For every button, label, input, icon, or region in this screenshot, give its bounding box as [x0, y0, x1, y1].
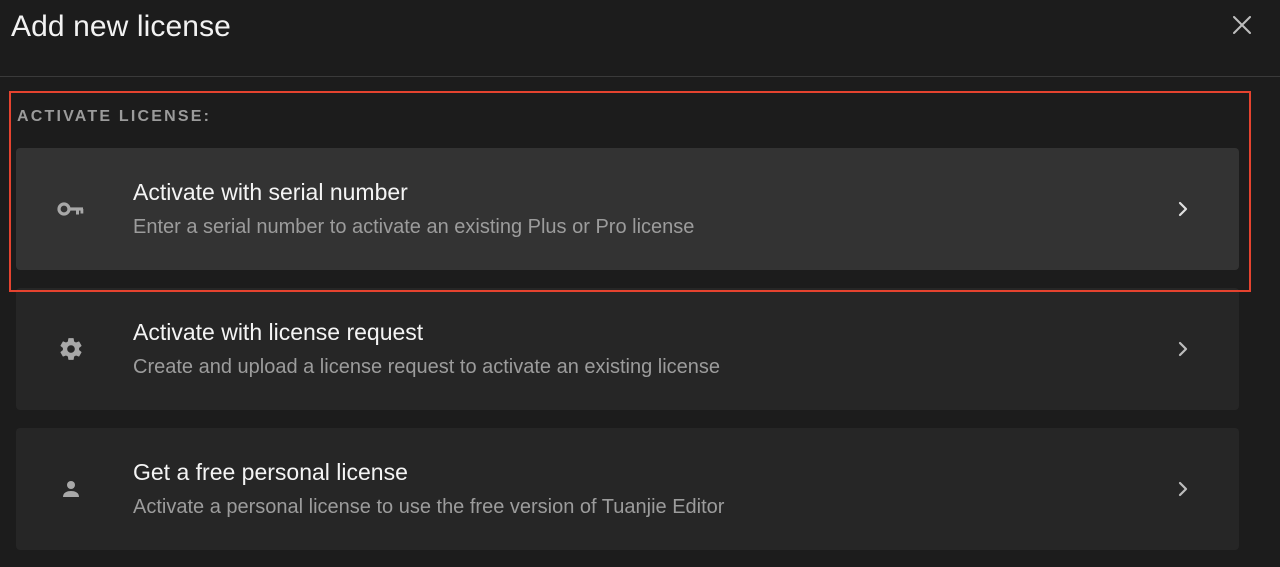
option-free-personal[interactable]: Get a free personal license Activate a p…: [16, 428, 1239, 550]
chevron-right-icon: [1173, 198, 1193, 220]
option-serial-number[interactable]: Activate with serial number Enter a seri…: [16, 148, 1239, 270]
section-label: ACTIVATE LICENSE:: [17, 108, 212, 125]
option-title: Get a free personal license: [133, 459, 408, 485]
dialog-title: Add new license: [11, 10, 231, 43]
person-icon: [55, 475, 87, 503]
gear-icon: [55, 335, 87, 363]
chevron-right-icon: [1173, 338, 1193, 360]
option-title: Activate with license request: [133, 319, 424, 345]
close-button[interactable]: [1226, 9, 1258, 41]
option-description: Activate a personal license to use the f…: [133, 496, 725, 518]
dialog-header: Add new license: [0, 0, 1280, 77]
option-license-request[interactable]: Activate with license request Create and…: [16, 288, 1239, 410]
key-icon: [55, 195, 87, 223]
chevron-right-icon: [1173, 478, 1193, 500]
option-description: Enter a serial number to activate an exi…: [133, 216, 695, 238]
close-icon: [1233, 16, 1251, 34]
add-license-dialog: Add new license ACTIVATE LICENSE: Activa…: [0, 0, 1280, 567]
option-description: Create and upload a license request to a…: [133, 356, 721, 378]
option-title: Activate with serial number: [133, 179, 408, 205]
